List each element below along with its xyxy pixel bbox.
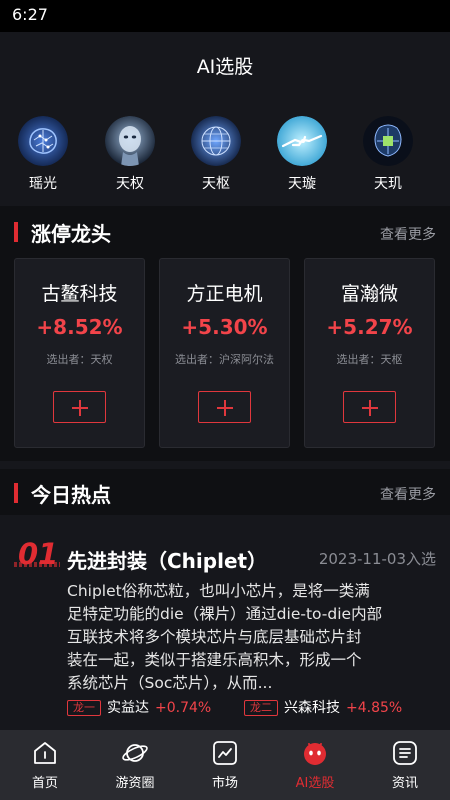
description-line: 足特定功能的die（裸片）通过die-to-die内部 xyxy=(67,605,383,623)
chart-icon xyxy=(213,741,237,765)
leader-stock-tags: 龙一 实益达 +0.74% 龙二 兴森科技 +4.85% xyxy=(67,698,447,720)
stock-change: +8.52% xyxy=(36,315,123,339)
stock-card[interactable]: 方正电机 +5.30% 选出者：沪深阿尔法 xyxy=(159,258,290,448)
stock-picker: 选出者：天枢 xyxy=(336,353,403,366)
plus-icon xyxy=(362,400,378,416)
leader-stock-change: +4.85% xyxy=(346,700,403,716)
tab-label: 市场 xyxy=(211,776,238,791)
leader-stock-name: 兴森科技 xyxy=(284,700,340,716)
tab-youzi[interactable]: 游资圈 xyxy=(90,730,180,800)
bottom-tab-bar: 首页 游资圈 市场 AI选股 资讯 xyxy=(0,730,450,800)
stock-card[interactable]: 古鳌科技 +8.52% 选出者：天权 xyxy=(14,258,145,448)
view-more-link[interactable]: 查看更多 xyxy=(380,224,436,244)
section-header: 涨停龙头 查看更多 xyxy=(0,206,450,262)
model-tianji[interactable]: 天玑 xyxy=(358,116,418,193)
tab-label: 首页 xyxy=(31,776,58,791)
home-icon xyxy=(34,742,56,764)
limit-up-section: 涨停龙头 查看更多 古鳌科技 +8.52% 选出者：天权 方正电机 +5.30%… xyxy=(0,206,450,461)
ai-head-circuit-icon xyxy=(363,116,413,166)
brain-circuit-icon xyxy=(18,116,68,166)
stock-card[interactable]: 富瀚微 +5.27% 选出者：天枢 xyxy=(304,258,435,448)
leader-stock-name: 实益达 xyxy=(107,700,149,716)
model-label: 天玑 xyxy=(374,176,402,192)
section-title: 涨停龙头 xyxy=(31,222,111,246)
model-label: 天枢 xyxy=(202,176,230,192)
stock-name: 富瀚微 xyxy=(340,283,398,305)
model-label: 瑶光 xyxy=(29,176,57,192)
add-button[interactable] xyxy=(53,391,106,423)
planet-icon xyxy=(122,744,148,762)
stock-name: 方正电机 xyxy=(186,283,263,305)
leader-badge: 龙二 xyxy=(244,700,278,716)
tab-label: 游资圈 xyxy=(115,776,155,791)
description-line: 互联技术将多个模块芯片与底层基础芯片封 xyxy=(67,628,362,646)
add-button[interactable] xyxy=(198,391,251,423)
status-bar: 6:27 xyxy=(0,0,450,32)
plus-icon xyxy=(72,400,88,416)
section-title: 今日热点 xyxy=(31,483,111,507)
plus-icon xyxy=(217,400,233,416)
model-tianshu[interactable]: 天枢 xyxy=(186,116,246,193)
tab-label: 资讯 xyxy=(391,776,418,791)
robot-icon xyxy=(304,743,326,765)
tab-market[interactable]: 市场 xyxy=(180,730,270,800)
stock-picker: 选出者：沪深阿尔法 xyxy=(175,353,274,366)
model-tianxuan[interactable]: 天璇 xyxy=(272,116,332,193)
globe-network-icon xyxy=(191,116,241,166)
tab-label: AI选股 xyxy=(295,776,335,791)
hot-rank: 01 xyxy=(18,537,59,571)
model-label: 天权 xyxy=(116,176,144,192)
leader-tag[interactable]: 龙一 实益达 +0.74% xyxy=(67,698,211,720)
section-accent-bar xyxy=(14,483,18,503)
model-label: 天璇 xyxy=(288,176,316,192)
tab-home[interactable]: 首页 xyxy=(0,730,90,800)
stock-name: 古鳌科技 xyxy=(41,283,118,305)
hot-topic-item[interactable]: 01 先进封装（Chiplet） 2023-11-03入选 Chiplet俗称芯… xyxy=(0,515,450,730)
robot-hand-icon xyxy=(277,116,327,166)
robot-head-icon xyxy=(105,116,155,166)
stock-picker: 选出者：天权 xyxy=(46,353,113,366)
tab-news[interactable]: 资讯 xyxy=(360,730,450,800)
tab-ai-picks[interactable]: AI选股 xyxy=(270,730,360,800)
description-line: Chiplet俗称芯粒，也叫小芯片，是将一类满 xyxy=(67,582,370,600)
hot-description: Chiplet俗称芯粒，也叫小芯片，是将一类满 足特定功能的die（裸片）通过d… xyxy=(67,580,437,695)
model-tianquan[interactable]: 天权 xyxy=(100,116,160,193)
hot-date: 2023-11-03入选 xyxy=(318,550,436,568)
ai-model-list: 瑶光 天权 天枢 天璇 天玑 xyxy=(0,116,450,196)
hot-section-header: 今日热点 查看更多 xyxy=(0,469,450,515)
status-time: 6:27 xyxy=(12,5,48,24)
leader-badge: 龙一 xyxy=(67,700,101,716)
news-icon xyxy=(393,741,417,765)
leader-tag[interactable]: 龙二 兴森科技 +4.85% xyxy=(244,698,402,720)
section-accent-bar xyxy=(14,222,18,242)
page-title: AI选股 xyxy=(196,56,254,78)
description-line: 装在一起，类似于搭建乐高积木，形成一个 xyxy=(67,651,362,669)
section-header: 今日热点 查看更多 xyxy=(0,469,450,515)
leader-stock-change: +0.74% xyxy=(155,700,212,716)
model-yaoguang[interactable]: 瑶光 xyxy=(13,116,73,193)
view-more-link[interactable]: 查看更多 xyxy=(380,484,436,504)
description-line: 系统芯片（Soc芯片），从而... xyxy=(67,674,273,692)
stock-change: +5.30% xyxy=(181,315,268,339)
add-button[interactable] xyxy=(343,391,396,423)
hot-title: 先进封装（Chiplet） xyxy=(67,549,268,573)
stock-change: +5.27% xyxy=(326,315,413,339)
